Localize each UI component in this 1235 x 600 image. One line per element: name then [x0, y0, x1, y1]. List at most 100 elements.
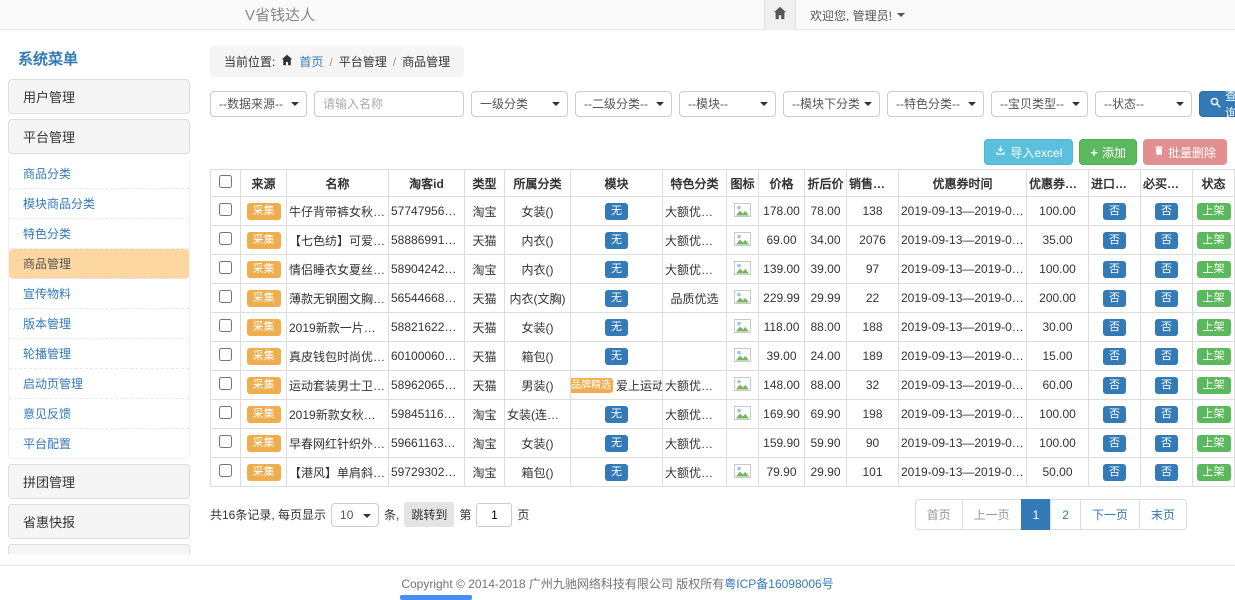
sidebar-item-轮播管理[interactable]: 轮播管理 — [9, 339, 189, 369]
must-buy-toggle[interactable]: 否 — [1155, 377, 1178, 394]
sidebar-item-特色分类[interactable]: 特色分类 — [9, 219, 189, 249]
filter-select-模块[interactable]: --模块-- — [679, 91, 776, 117]
import-select-toggle[interactable]: 否 — [1103, 290, 1126, 307]
sidebar-group-用户管理[interactable]: 用户管理 — [8, 79, 190, 114]
import-select-toggle[interactable]: 否 — [1103, 232, 1126, 249]
icon-cell — [727, 458, 759, 487]
source-badge: 采集 — [247, 377, 281, 394]
status-badge[interactable]: 上架 — [1197, 261, 1231, 278]
filter-select-数据来源[interactable]: --数据来源-- — [210, 91, 307, 117]
jump-button[interactable]: 跳转到 — [404, 502, 454, 527]
row-checkbox[interactable] — [219, 319, 232, 332]
import-select-toggle[interactable]: 否 — [1103, 406, 1126, 423]
import-select-toggle[interactable]: 否 — [1103, 319, 1126, 336]
sidebar-item-版本管理[interactable]: 版本管理 — [9, 309, 189, 339]
page-button-下一页[interactable]: 下一页 — [1080, 499, 1140, 530]
import-select-toggle[interactable]: 否 — [1103, 435, 1126, 452]
module-cell: 无 — [571, 429, 663, 458]
must-buy-toggle[interactable]: 否 — [1155, 261, 1178, 278]
status-badge[interactable]: 上架 — [1197, 406, 1231, 423]
batch-delete-button[interactable]: 批量删除 — [1143, 139, 1227, 165]
row-select-cell — [211, 458, 241, 487]
status-badge[interactable]: 上架 — [1197, 290, 1231, 307]
breadcrumb-home-link[interactable]: 首页 — [299, 53, 323, 70]
row-checkbox[interactable] — [219, 261, 232, 274]
filter-select-状态[interactable]: --状态-- — [1095, 91, 1192, 117]
sidebar-item-商品管理[interactable]: 商品管理 — [9, 249, 189, 279]
icon-cell — [727, 197, 759, 226]
import-select-toggle[interactable]: 否 — [1103, 203, 1126, 220]
source-cell: 采集 — [241, 342, 287, 371]
status-badge[interactable]: 上架 — [1197, 464, 1231, 481]
breadcrumb-separator: / — [329, 55, 332, 69]
row-checkbox[interactable] — [219, 406, 232, 419]
row-checkbox[interactable] — [219, 232, 232, 245]
filter-select-宝贝类型[interactable]: --宝贝类型-- — [991, 91, 1088, 117]
filter-select-特色分类[interactable]: --特色分类-- — [887, 91, 984, 117]
must-buy-toggle[interactable]: 否 — [1155, 232, 1178, 249]
column-header-价格: 价格 — [759, 170, 805, 197]
import-select-toggle[interactable]: 否 — [1103, 261, 1126, 278]
filter-select-模块下分类[interactable]: --模块下分类-- — [783, 91, 880, 117]
sidebar-item-模块商品分类[interactable]: 模块商品分类 — [9, 189, 189, 219]
status-badge[interactable]: 上架 — [1197, 232, 1231, 249]
sidebar-title: 系统菜单 — [8, 42, 190, 79]
select-all-checkbox[interactable] — [219, 175, 232, 188]
page-button-2[interactable]: 2 — [1050, 499, 1081, 530]
status-badge[interactable]: 上架 — [1197, 348, 1231, 365]
sidebar-item-宣传物料[interactable]: 宣传物料 — [9, 279, 189, 309]
sidebar-group-拼团管理[interactable]: 拼团管理 — [8, 464, 190, 499]
row-checkbox[interactable] — [219, 348, 232, 361]
search-button[interactable]: 查询 — [1199, 91, 1235, 117]
sidebar-item-平台配置[interactable]: 平台配置 — [9, 429, 189, 458]
status-badge[interactable]: 上架 — [1197, 319, 1231, 336]
icp-link[interactable]: 粤ICP备16098006号 — [724, 575, 833, 592]
name-search-input[interactable] — [314, 91, 464, 117]
row-checkbox[interactable] — [219, 435, 232, 448]
must-buy-toggle[interactable]: 否 — [1155, 348, 1178, 365]
row-checkbox[interactable] — [219, 203, 232, 216]
price-cell: 118.00 — [759, 313, 805, 342]
add-button[interactable]: + 添加 — [1079, 139, 1137, 165]
jump-page-input[interactable] — [476, 503, 512, 527]
sidebar-group-平台管理[interactable]: 平台管理 — [8, 119, 190, 154]
status-badge[interactable]: 上架 — [1197, 435, 1231, 452]
sidebar-item-商品分类[interactable]: 商品分类 — [9, 159, 189, 189]
status-badge[interactable]: 上架 — [1197, 377, 1231, 394]
sidebar-item-启动页管理[interactable]: 启动页管理 — [9, 369, 189, 399]
import-select-toggle[interactable]: 否 — [1103, 464, 1126, 481]
horizontal-scrollbar-thumb[interactable] — [400, 595, 472, 600]
import-excel-button[interactable]: 导入excel — [984, 139, 1073, 165]
sidebar-group-消息管理[interactable]: 消息管理 — [8, 544, 190, 554]
status-badge[interactable]: 上架 — [1197, 203, 1231, 220]
discount-price-cell: 69.90 — [805, 400, 847, 429]
row-checkbox[interactable] — [219, 377, 232, 390]
module-cell: 无 — [571, 400, 663, 429]
per-page-select[interactable]: 10 — [331, 503, 379, 527]
sidebar-group-省惠快报[interactable]: 省惠快报 — [8, 504, 190, 539]
home-button[interactable] — [764, 0, 796, 30]
import-select-toggle[interactable]: 否 — [1103, 377, 1126, 394]
search-icon — [1210, 97, 1221, 111]
row-checkbox[interactable] — [219, 464, 232, 477]
page-button-1[interactable]: 1 — [1021, 499, 1052, 530]
sidebar-item-意见反馈[interactable]: 意见反馈 — [9, 399, 189, 429]
must-buy-toggle[interactable]: 否 — [1155, 203, 1178, 220]
row-checkbox[interactable] — [219, 290, 232, 303]
page-button-末页[interactable]: 末页 — [1139, 499, 1187, 530]
icon-cell — [727, 313, 759, 342]
filter-select-一级分类[interactable]: 一级分类 — [471, 91, 568, 117]
toolbar: 导入excel + 添加 批量删除 — [210, 139, 1227, 165]
must-buy-toggle[interactable]: 否 — [1155, 435, 1178, 452]
source-badge: 采集 — [247, 319, 281, 336]
page-button-首页[interactable]: 首页 — [915, 499, 963, 530]
module-none-badge: 无 — [605, 464, 628, 481]
must-buy-toggle[interactable]: 否 — [1155, 319, 1178, 336]
must-buy-toggle[interactable]: 否 — [1155, 406, 1178, 423]
user-menu[interactable]: 欢迎您, 管理员! — [810, 7, 905, 24]
page-button-上一页[interactable]: 上一页 — [962, 499, 1022, 530]
import-select-toggle[interactable]: 否 — [1103, 348, 1126, 365]
must-buy-toggle[interactable]: 否 — [1155, 290, 1178, 307]
filter-select-二级分类[interactable]: --二级分类-- — [575, 91, 672, 117]
must-buy-toggle[interactable]: 否 — [1155, 464, 1178, 481]
